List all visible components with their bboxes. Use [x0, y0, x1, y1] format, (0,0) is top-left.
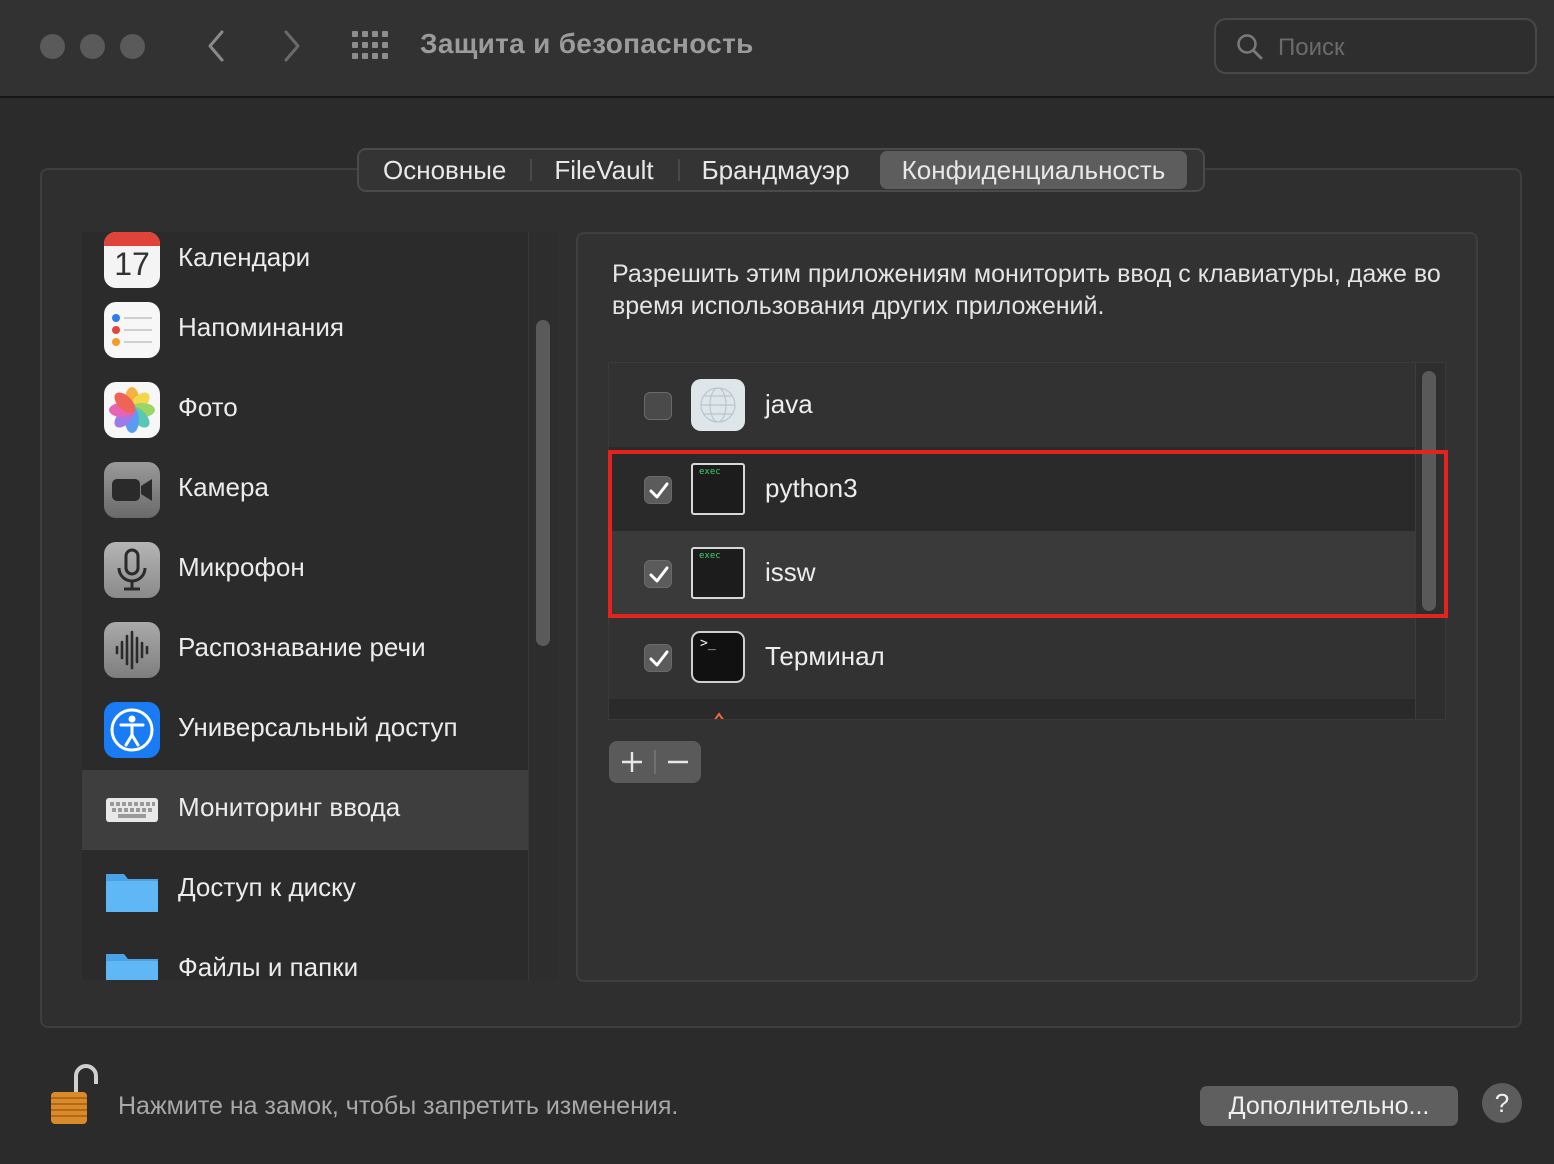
reminders-icon	[104, 302, 160, 358]
app-name: issw	[765, 557, 816, 587]
close-window-button[interactable]	[40, 34, 65, 59]
sidebar-item-input-monitoring[interactable]: Мониторинг ввода	[82, 770, 528, 850]
checkmark-icon	[649, 650, 669, 667]
help-button[interactable]: ?	[1482, 1083, 1522, 1123]
sidebar-item-label: Камера	[178, 472, 269, 502]
sidebar-item-label: Календари	[178, 242, 311, 272]
zoom-window-button[interactable]	[120, 34, 145, 59]
app-list-scrollbar-thumb[interactable]	[1422, 371, 1436, 611]
keyboard-icon	[104, 782, 160, 838]
search-field[interactable]: Поиск	[1214, 18, 1537, 74]
chevron-left-icon	[208, 30, 224, 62]
tab-firewall[interactable]: Брандмауэр	[677, 151, 874, 189]
lock-hint-text: Нажмите на замок, чтобы запретить измене…	[118, 1092, 679, 1120]
java-icon	[691, 379, 745, 431]
tab-general[interactable]: Основные	[359, 151, 530, 189]
app-permission-list: java exec python3 exec issw >_ Терминал	[608, 362, 1446, 720]
tab-filevault[interactable]: FileVault	[530, 151, 677, 189]
app-name: python3	[765, 473, 858, 503]
sidebar-item-reminders[interactable]: Напоминания	[82, 290, 528, 370]
list-item[interactable]: >_ Терминал	[609, 615, 1415, 699]
sidebar-item-label: Файлы и папки	[178, 952, 359, 980]
minimize-window-button[interactable]	[80, 34, 105, 59]
sidebar-item-speech-recognition[interactable]: Распознавание речи	[82, 610, 528, 690]
sidebar-item-label: Мониторинг ввода	[178, 792, 401, 822]
plus-icon	[622, 752, 642, 772]
back-button[interactable]	[202, 28, 232, 64]
sidebar-item-label: Напоминания	[178, 312, 344, 342]
sidebar-scrollbar-thumb[interactable]	[536, 320, 550, 646]
forward-button[interactable]	[276, 28, 306, 64]
sidebar-item-photos[interactable]: Фото	[82, 370, 528, 450]
minus-icon	[668, 760, 688, 764]
sidebar-item-accessibility[interactable]: Универсальный доступ	[82, 690, 528, 770]
add-app-button[interactable]	[609, 741, 655, 783]
tab-bar: Основные FileVault Брандмауэр Конфиденци…	[357, 148, 1205, 192]
folder-icon	[104, 942, 160, 980]
app-icon-partial	[714, 712, 724, 719]
sidebar-item-label: Фото	[178, 392, 238, 422]
folder-icon	[104, 862, 160, 918]
permission-description: Разрешить этим приложениям мониторить вв…	[612, 260, 1441, 320]
sidebar-item-camera[interactable]: Камера	[82, 450, 528, 530]
permission-checkbox[interactable]	[644, 392, 672, 420]
search-icon	[1237, 34, 1263, 60]
lock-button[interactable]	[48, 1062, 98, 1128]
list-item[interactable]	[609, 699, 1415, 719]
sidebar-item-label: Микрофон	[178, 552, 305, 582]
add-remove-control	[609, 741, 701, 783]
permission-checkbox[interactable]	[644, 476, 672, 504]
list-item[interactable]: exec issw	[609, 531, 1415, 615]
tab-privacy[interactable]: Конфиденциальность	[879, 151, 1188, 189]
chevron-right-icon	[284, 30, 300, 62]
privacy-category-list: 17 Календари Напоминания Фото Камера Мик…	[82, 232, 558, 980]
list-item[interactable]: java	[609, 363, 1415, 447]
sidebar-item-full-disk-access[interactable]: Доступ к диску	[82, 850, 528, 930]
app-name: Терминал	[765, 641, 885, 671]
remove-app-button[interactable]	[655, 741, 701, 783]
microphone-icon	[104, 542, 160, 598]
terminal-icon: >_	[691, 631, 745, 683]
advanced-button[interactable]: Дополнительно...	[1200, 1086, 1458, 1126]
show-all-grid-icon[interactable]	[352, 31, 390, 59]
accessibility-icon	[104, 702, 160, 758]
checkmark-icon	[649, 482, 669, 499]
checkmark-icon	[649, 566, 669, 583]
sidebar-item-label: Распознавание речи	[178, 632, 426, 662]
unlocked-padlock-icon	[51, 1064, 98, 1124]
title-bar: Защита и безопасность Поиск	[0, 0, 1554, 98]
sidebar-item-files-and-folders[interactable]: Файлы и папки	[82, 930, 528, 980]
speech-recognition-icon	[104, 622, 160, 678]
sidebar-item-label: Доступ к диску	[178, 872, 356, 902]
sidebar-item-microphone[interactable]: Микрофон	[82, 530, 528, 610]
app-name: java	[765, 389, 813, 419]
photos-icon	[104, 382, 160, 438]
permission-checkbox[interactable]	[644, 644, 672, 672]
window-title: Защита и безопасность	[420, 28, 754, 59]
exec-icon: exec	[691, 547, 745, 599]
sidebar-item-label: Универсальный доступ	[178, 712, 458, 742]
permission-checkbox[interactable]	[644, 560, 672, 588]
list-item[interactable]: exec python3	[609, 447, 1415, 531]
exec-icon: exec	[691, 463, 745, 515]
camera-icon	[104, 462, 160, 518]
calendar-icon: 17	[104, 232, 160, 288]
search-placeholder: Поиск	[1278, 34, 1345, 61]
